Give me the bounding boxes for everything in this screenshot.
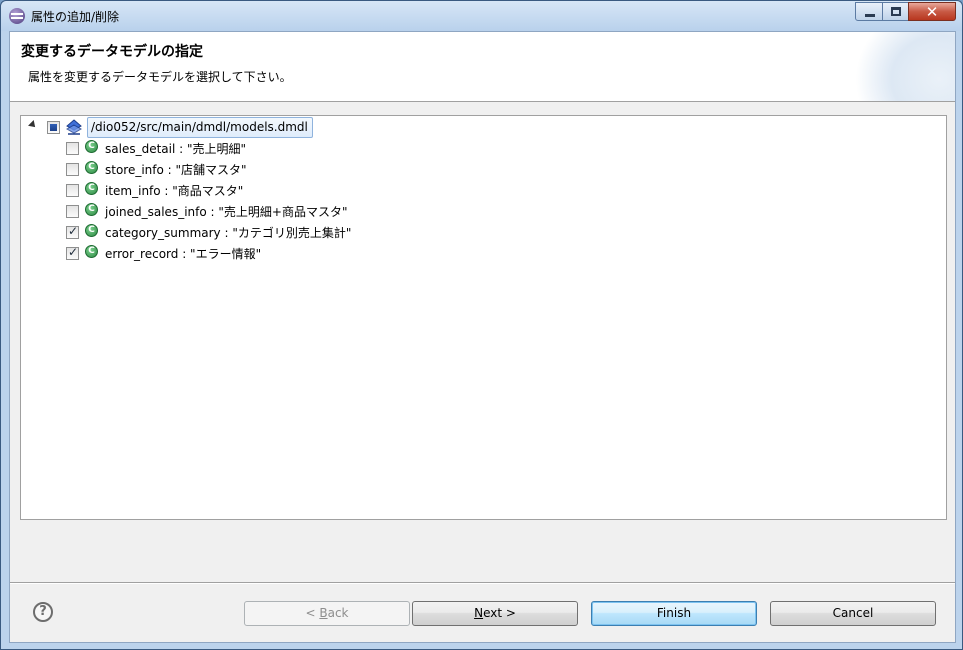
tree-item-label[interactable]: category_summary : "カテゴリ別売上集計" bbox=[105, 224, 351, 241]
minimize-icon bbox=[865, 14, 875, 17]
item-checkbox[interactable] bbox=[66, 245, 79, 260]
close-button[interactable]: ✕ bbox=[908, 2, 956, 21]
maximize-icon bbox=[891, 7, 901, 16]
next-button[interactable]: Next > bbox=[412, 601, 578, 626]
back-button[interactable]: < Back bbox=[244, 601, 410, 626]
item-checkbox[interactable] bbox=[66, 224, 79, 239]
class-icon bbox=[85, 182, 98, 195]
wizard-banner: 変更するデータモデルの指定 属性を変更するデータモデルを選択して下さい。 bbox=[10, 32, 955, 102]
dialog-window: 属性の追加/削除 ✕ 変更するデータモデルの指定 属性を変更するデータモデルを選… bbox=[0, 0, 963, 650]
dialog-client-area: 変更するデータモデルの指定 属性を変更するデータモデルを選択して下さい。 /di… bbox=[9, 31, 956, 643]
minimize-button[interactable] bbox=[855, 2, 883, 21]
item-checkbox[interactable] bbox=[66, 205, 79, 218]
tree-item-label[interactable]: sales_detail : "売上明細" bbox=[105, 140, 246, 157]
tree-root-node[interactable]: /dio052/src/main/dmdl/models.dmdl bbox=[21, 117, 321, 138]
tree-item[interactable]: store_info : "店舗マスタ" bbox=[21, 158, 421, 178]
finish-button[interactable]: Finish bbox=[591, 601, 757, 626]
tree-item-label[interactable]: error_record : "エラー情報" bbox=[105, 245, 261, 262]
model-file-icon bbox=[66, 119, 82, 135]
model-tree[interactable]: /dio052/src/main/dmdl/models.dmdl sales_… bbox=[20, 115, 947, 520]
button-bar-separator-highlight bbox=[10, 583, 955, 584]
tree-item-label[interactable]: store_info : "店舗マスタ" bbox=[105, 161, 247, 178]
help-icon[interactable]: ? bbox=[33, 602, 53, 622]
tree-item[interactable]: error_record : "エラー情報" bbox=[21, 242, 421, 262]
class-icon bbox=[85, 245, 98, 258]
next-button-mnemonic: N bbox=[474, 606, 484, 620]
tree-item[interactable]: category_summary : "カテゴリ別売上集計" bbox=[21, 221, 421, 241]
tree-item[interactable]: item_info : "商品マスタ" bbox=[21, 179, 421, 199]
banner-decoration bbox=[855, 32, 955, 101]
tree-item[interactable]: sales_detail : "売上明細" bbox=[21, 137, 421, 157]
back-button-mnemonic: B bbox=[319, 606, 328, 620]
tree-item[interactable]: joined_sales_info : "売上明細+商品マスタ" bbox=[21, 200, 421, 220]
cancel-button[interactable]: Cancel bbox=[770, 601, 936, 626]
maximize-button[interactable] bbox=[882, 2, 909, 21]
window-title: 属性の追加/削除 bbox=[31, 10, 120, 24]
tree-item-label[interactable]: item_info : "商品マスタ" bbox=[105, 182, 243, 199]
item-checkbox[interactable] bbox=[66, 163, 79, 176]
page-title: 変更するデータモデルの指定 bbox=[21, 44, 203, 60]
item-checkbox[interactable] bbox=[66, 184, 79, 197]
expand-arrow-icon[interactable] bbox=[28, 120, 38, 130]
next-button-rest: ext > bbox=[483, 606, 516, 620]
close-icon: ✕ bbox=[925, 3, 939, 21]
tree-item-label[interactable]: joined_sales_info : "売上明細+商品マスタ" bbox=[105, 203, 347, 220]
title-bar[interactable]: 属性の追加/削除 ✕ bbox=[1, 1, 962, 31]
root-checkbox[interactable] bbox=[47, 121, 60, 134]
tree-root-label[interactable]: /dio052/src/main/dmdl/models.dmdl bbox=[87, 117, 313, 138]
class-icon bbox=[85, 161, 98, 174]
class-icon bbox=[85, 140, 98, 153]
back-button-prefix: < bbox=[305, 606, 320, 620]
eclipse-app-icon bbox=[9, 8, 25, 24]
back-button-rest: ack bbox=[327, 606, 349, 620]
class-icon bbox=[85, 203, 98, 216]
item-checkbox[interactable] bbox=[66, 142, 79, 155]
page-description: 属性を変更するデータモデルを選択して下さい。 bbox=[28, 70, 292, 84]
class-icon bbox=[85, 224, 98, 237]
